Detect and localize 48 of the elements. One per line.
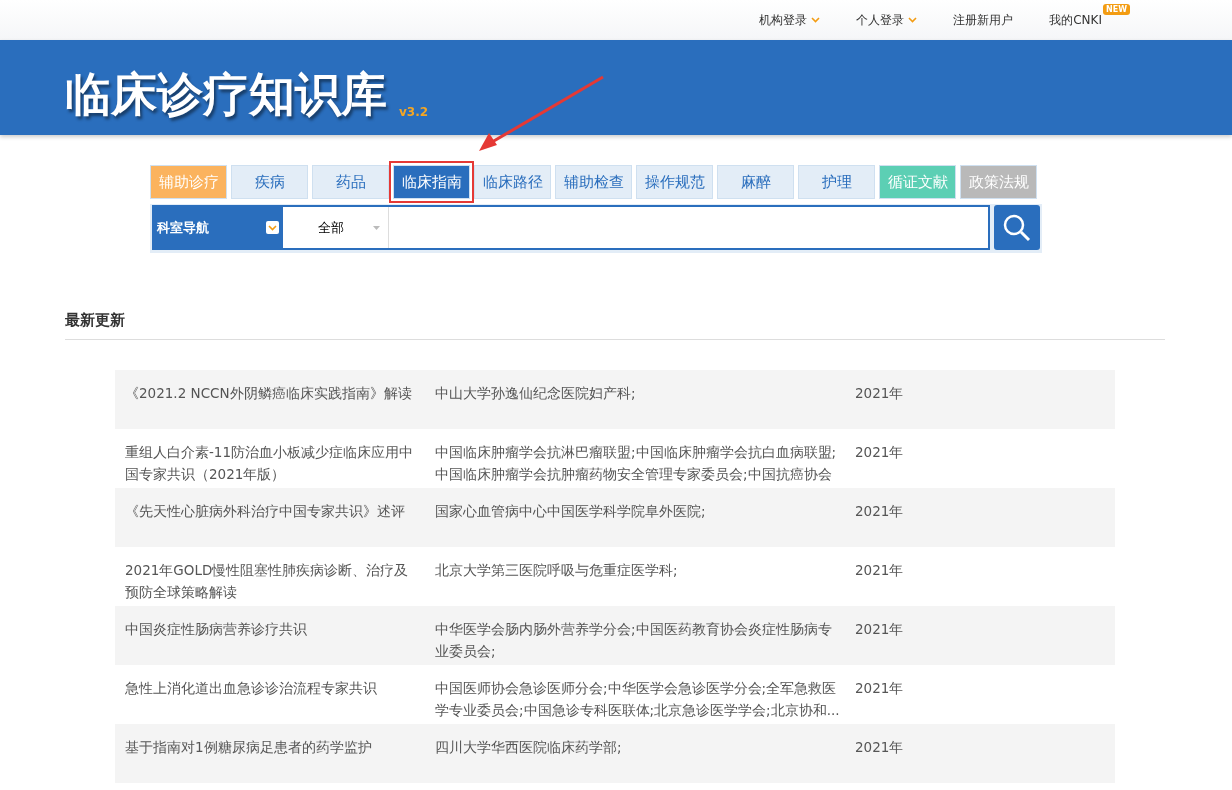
chevron-down-icon	[266, 221, 279, 234]
category-tab[interactable]: 操作规范	[636, 165, 713, 199]
site-title: 临床诊疗知识库	[65, 71, 387, 117]
title-cell-text: 2021年GOLD慢性阻塞性肺疾病诊断、治疗及 预防全球策略解读	[125, 561, 410, 602]
nav-link[interactable]: 个人登录	[856, 11, 918, 29]
section-heading: 最新更新	[65, 311, 1165, 340]
update-row[interactable]: 中国炎症性肠病营养诊疗共识 中华医学会肠内肠外营养学分会;中国医药教育协会炎症性肠病专 业委员会; 2021年	[115, 606, 1115, 665]
year-cell-text: 2021年	[855, 502, 905, 521]
year-cell-text: 2021年	[855, 384, 905, 403]
update-row[interactable]: 《2021.2 NCCN外阴鳞癌临床实践指南》解读 中山大学孙逸仙纪念医院妇产科; 2021年	[115, 370, 1115, 429]
category-tab[interactable]: 辅助检查	[555, 165, 632, 199]
category-tab[interactable]: 护理	[798, 165, 875, 199]
authors-cell-text: 北京大学第三医院呼吸与危重症医学科;	[435, 561, 679, 580]
category-tab[interactable]: 临床路径	[474, 165, 551, 199]
year-cell-text: 2021年	[855, 738, 905, 757]
category-tab[interactable]: 疾病	[231, 165, 308, 199]
year-cell-text: 2021年	[855, 561, 905, 580]
authors-cell-text: 中山大学孙逸仙纪念医院妇产科;	[435, 384, 637, 403]
department-nav-select[interactable]: 科室导航	[154, 207, 283, 248]
update-row[interactable]: 《先天性心脏病外科治疗中国专家共识》述评 国家心血管病中心中国医学科学院阜外医院; 2021年	[115, 488, 1115, 547]
year-cell-text: 2021年	[855, 443, 905, 462]
chevron-down-icon	[811, 17, 821, 23]
authors-cell-text: 中国医师协会急诊医师分会;中华医学会急诊医学分会;全军急救医 学专业委员会;中国急诊专科医联体;北京急诊医学学会;北京协和...	[435, 679, 841, 720]
nav-link[interactable]: 机构登录	[759, 11, 821, 29]
search-field[interactable]: 科室导航 全部	[152, 205, 990, 250]
title-cell-text: 《先天性心脏病外科治疗中国专家共识》述评	[125, 502, 406, 521]
search-icon	[1002, 212, 1032, 243]
title-cell-text: 基于指南对1例糖尿病足患者的药学监护	[125, 738, 373, 757]
update-row[interactable]: 基于指南对1例糖尿病足患者的药学监护 四川大学华西医院临床药学部; 2021年	[115, 724, 1115, 783]
year-cell-text: 2021年	[855, 620, 905, 639]
nav-link[interactable]: 注册新用户	[953, 11, 1014, 29]
chevron-down-icon	[908, 17, 918, 23]
authors-cell-text: 国家心血管病中心中国医学科学院阜外医院;	[435, 502, 707, 521]
category-tab[interactable]: 麻醉	[717, 165, 794, 199]
title-cell-text: 重组人白介素-11防治血小板减少症临床应用中 国专家共识（2021年版）	[125, 443, 415, 484]
authors-cell-text: 四川大学华西医院临床药学部;	[435, 738, 623, 757]
authors-cell-text: 中华医学会肠内肠外营养学分会;中国医药教育协会炎症性肠病专 业委员会;	[435, 620, 833, 661]
title-cell-text: 急性上消化道出血急诊诊治流程专家共识	[125, 679, 378, 698]
category-tab[interactable]: 临床指南	[393, 165, 470, 199]
search-button[interactable]	[994, 205, 1040, 250]
title-cell-text: 中国炎症性肠病营养诊疗共识	[125, 620, 308, 639]
category-tab[interactable]: 药品	[312, 165, 389, 199]
year-cell-text: 2021年	[855, 679, 905, 698]
version-label: v3.2	[399, 105, 429, 119]
authors-cell-text: 中国临床肿瘤学会抗淋巴瘤联盟;中国临床肿瘤学会抗白血病联盟; 中国临床肿瘤学会抗肿瘤药物安全管理专家委员会;中国抗癌协会	[435, 443, 838, 484]
title-cell-text: 《2021.2 NCCN外阴鳞癌临床实践指南》解读	[125, 384, 413, 403]
caret-icon	[373, 225, 380, 230]
new-badge: NEW	[1103, 3, 1130, 15]
